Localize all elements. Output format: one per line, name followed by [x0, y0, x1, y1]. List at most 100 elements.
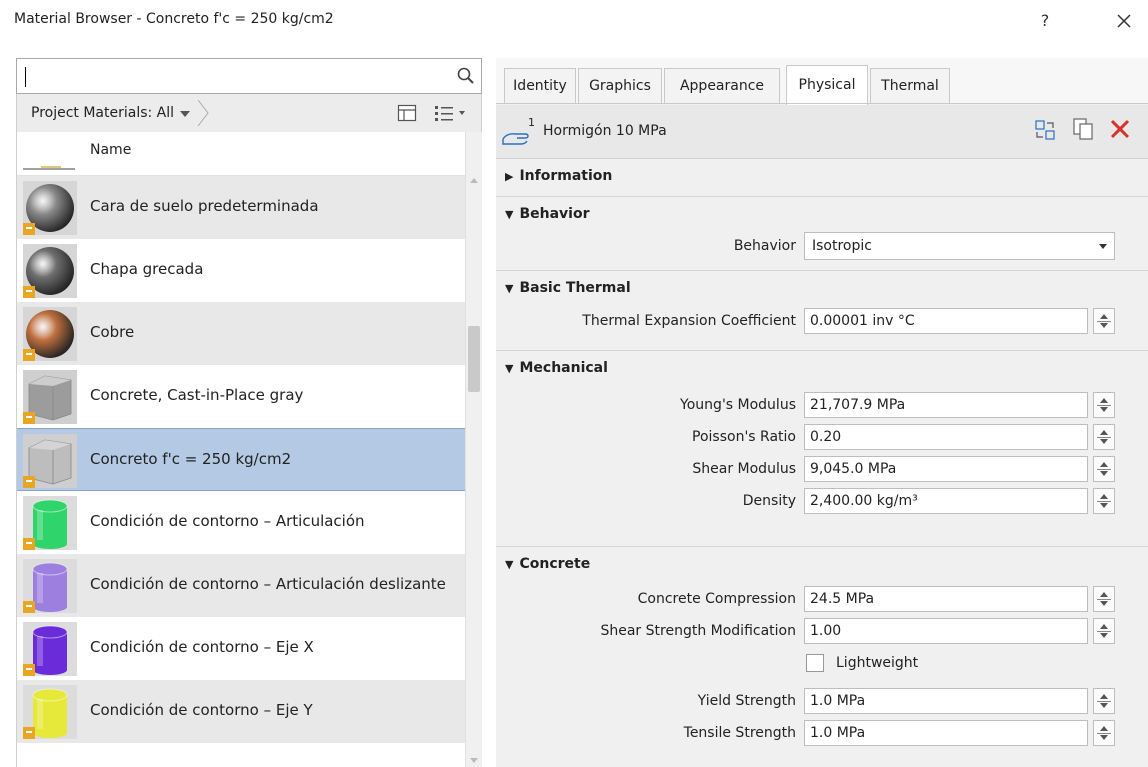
cylinder-purple-icon — [23, 622, 77, 676]
scroll-down-icon[interactable] — [470, 758, 478, 763]
spin-divider — [1097, 405, 1111, 406]
spin-up-icon — [1100, 726, 1108, 731]
material-row[interactable]: Concreto f'c = 250 kg/cm2 — [17, 428, 465, 491]
cylinder-green-icon — [23, 496, 77, 550]
search-input[interactable] — [23, 65, 443, 87]
name-column-header: Name — [90, 142, 132, 158]
section-information[interactable]: ▶ Information — [505, 168, 612, 184]
cylinder-lavender-icon — [23, 559, 77, 613]
density-field[interactable]: 2,400.00 kg/m³ — [804, 488, 1088, 514]
section-divider — [496, 350, 1148, 351]
spin-divider — [1097, 631, 1111, 632]
tab-identity[interactable]: Identity — [504, 68, 576, 104]
yield-strength-field[interactable]: 1.0 MPa — [804, 688, 1088, 714]
behavior-select[interactable]: Isotropic — [804, 232, 1115, 260]
scrollbar-header-strip — [465, 132, 482, 176]
search-icon[interactable] — [455, 65, 477, 87]
tab-thermal[interactable]: Thermal — [870, 68, 950, 104]
editor-tabs: Identity Graphics Appearance Physical Th… — [496, 58, 1148, 105]
tab-physical[interactable]: Physical — [786, 65, 868, 105]
tensile-strength-field[interactable]: 1.0 MPa — [804, 720, 1088, 746]
section-concrete[interactable]: ▼ Concrete — [505, 556, 590, 572]
spin-divider — [1097, 469, 1111, 470]
material-row[interactable]: Cobre — [17, 302, 465, 365]
remove-asset-icon[interactable] — [1108, 117, 1132, 141]
sphere-copper-icon — [23, 307, 77, 361]
poissons-ratio-field[interactable]: 0.20 — [804, 424, 1088, 450]
tab-graphics[interactable]: Graphics — [578, 68, 662, 104]
section-behavior-label: Behavior — [519, 206, 590, 222]
tabs-baseline — [496, 103, 1148, 104]
density-label: Density — [742, 493, 796, 509]
concrete-compression-field[interactable]: 24.5 MPa — [804, 586, 1088, 612]
collapse-triangle-icon: ▼ — [505, 362, 514, 375]
scroll-up-icon[interactable] — [470, 178, 478, 183]
spin-up-icon — [1100, 430, 1108, 435]
sphere-gray-icon — [23, 181, 77, 235]
lightweight-checkbox[interactable] — [806, 654, 824, 672]
material-row[interactable]: Chapa grecada — [17, 239, 465, 302]
thermal-expansion-spinner[interactable] — [1093, 308, 1115, 334]
shear-strength-mod-spinner[interactable] — [1093, 618, 1115, 644]
material-name: Chapa grecada — [90, 260, 204, 278]
project-materials-filter[interactable]: Project Materials: All — [23, 99, 209, 127]
spin-down-icon — [1100, 703, 1108, 708]
duplicate-asset-icon[interactable] — [1072, 117, 1094, 141]
spin-up-icon — [1100, 494, 1108, 499]
poissons-ratio-spinner[interactable] — [1093, 424, 1115, 450]
toggle-library-panel-icon[interactable] — [397, 104, 417, 122]
youngs-modulus-field[interactable]: 21,707.9 MPa — [804, 392, 1088, 418]
spin-up-icon — [1100, 694, 1108, 699]
section-concrete-label: Concrete — [519, 556, 591, 572]
material-row[interactable]: Concrete, Cast-in-Place gray — [17, 365, 465, 428]
yield-strength-spinner[interactable] — [1093, 688, 1115, 714]
header-thumbnail-icon — [23, 166, 75, 170]
density-spinner[interactable] — [1093, 488, 1115, 514]
title-bar: Material Browser - Concreto f'c = 250 kg… — [0, 0, 1148, 40]
sphere-gray-icon — [23, 244, 77, 298]
close-button[interactable] — [1110, 7, 1138, 35]
spin-up-icon — [1100, 462, 1108, 467]
section-mechanical[interactable]: ▼ Mechanical — [505, 360, 608, 376]
scrollbar-thumb[interactable] — [468, 326, 480, 392]
collapse-triangle-icon: ▼ — [505, 208, 514, 221]
shear-modulus-spinner[interactable] — [1093, 456, 1115, 482]
list-header[interactable]: Name — [17, 132, 465, 176]
tensile-strength-spinner[interactable] — [1093, 720, 1115, 746]
material-list: Name Cara de suelo predeterminada Chapa g… — [16, 132, 465, 767]
concrete-compression-label: Concrete Compression — [637, 591, 796, 607]
material-row[interactable]: Condición de contorno – Eje Y — [17, 680, 465, 743]
section-basic-thermal[interactable]: ▼ Basic Thermal — [505, 280, 631, 296]
shear-strength-mod-field[interactable]: 1.00 — [804, 618, 1088, 644]
material-row[interactable]: Condición de contorno – Articulación — [17, 491, 465, 554]
search-box[interactable] — [16, 58, 482, 94]
close-icon — [1117, 14, 1131, 28]
material-row[interactable]: Condición de contorno – Articulación des… — [17, 554, 465, 617]
spin-divider — [1097, 501, 1111, 502]
shear-modulus-field[interactable]: 9,045.0 MPa — [804, 456, 1088, 482]
spin-up-icon — [1100, 314, 1108, 319]
material-row[interactable]: Cara de suelo predeterminada — [17, 176, 465, 239]
spin-divider — [1097, 701, 1111, 702]
thermal-expansion-field[interactable]: 0.00001 inv °C — [804, 308, 1088, 334]
material-name: Condición de contorno – Articulación — [90, 512, 365, 530]
material-row[interactable]: Condición de contorno – Eje X — [17, 617, 465, 680]
window-title: Material Browser - Concreto f'c = 250 kg… — [14, 11, 334, 27]
spin-down-icon — [1100, 601, 1108, 606]
spin-down-icon — [1100, 471, 1108, 476]
thermal-expansion-label: Thermal Expansion Coefficient — [582, 313, 796, 329]
replace-asset-icon[interactable] — [1034, 119, 1056, 141]
material-name: Cara de suelo predeterminada — [90, 197, 319, 215]
concrete-compression-spinner[interactable] — [1093, 586, 1115, 612]
cylinder-yellow-icon — [23, 685, 77, 739]
material-name: Condición de contorno – Eje Y — [90, 701, 313, 719]
help-button[interactable]: ? — [1032, 8, 1058, 34]
dropdown-arrow-icon — [1099, 244, 1107, 249]
tab-appearance[interactable]: Appearance — [664, 68, 780, 104]
list-scrollbar[interactable] — [465, 176, 482, 767]
section-behavior[interactable]: ▼ Behavior — [505, 206, 590, 222]
view-options-icon[interactable] — [433, 103, 467, 123]
youngs-modulus-spinner[interactable] — [1093, 392, 1115, 418]
behavior-label: Behavior — [733, 238, 796, 254]
material-browser-panel: Project Materials: All Name Cara de suel… — [16, 58, 482, 767]
